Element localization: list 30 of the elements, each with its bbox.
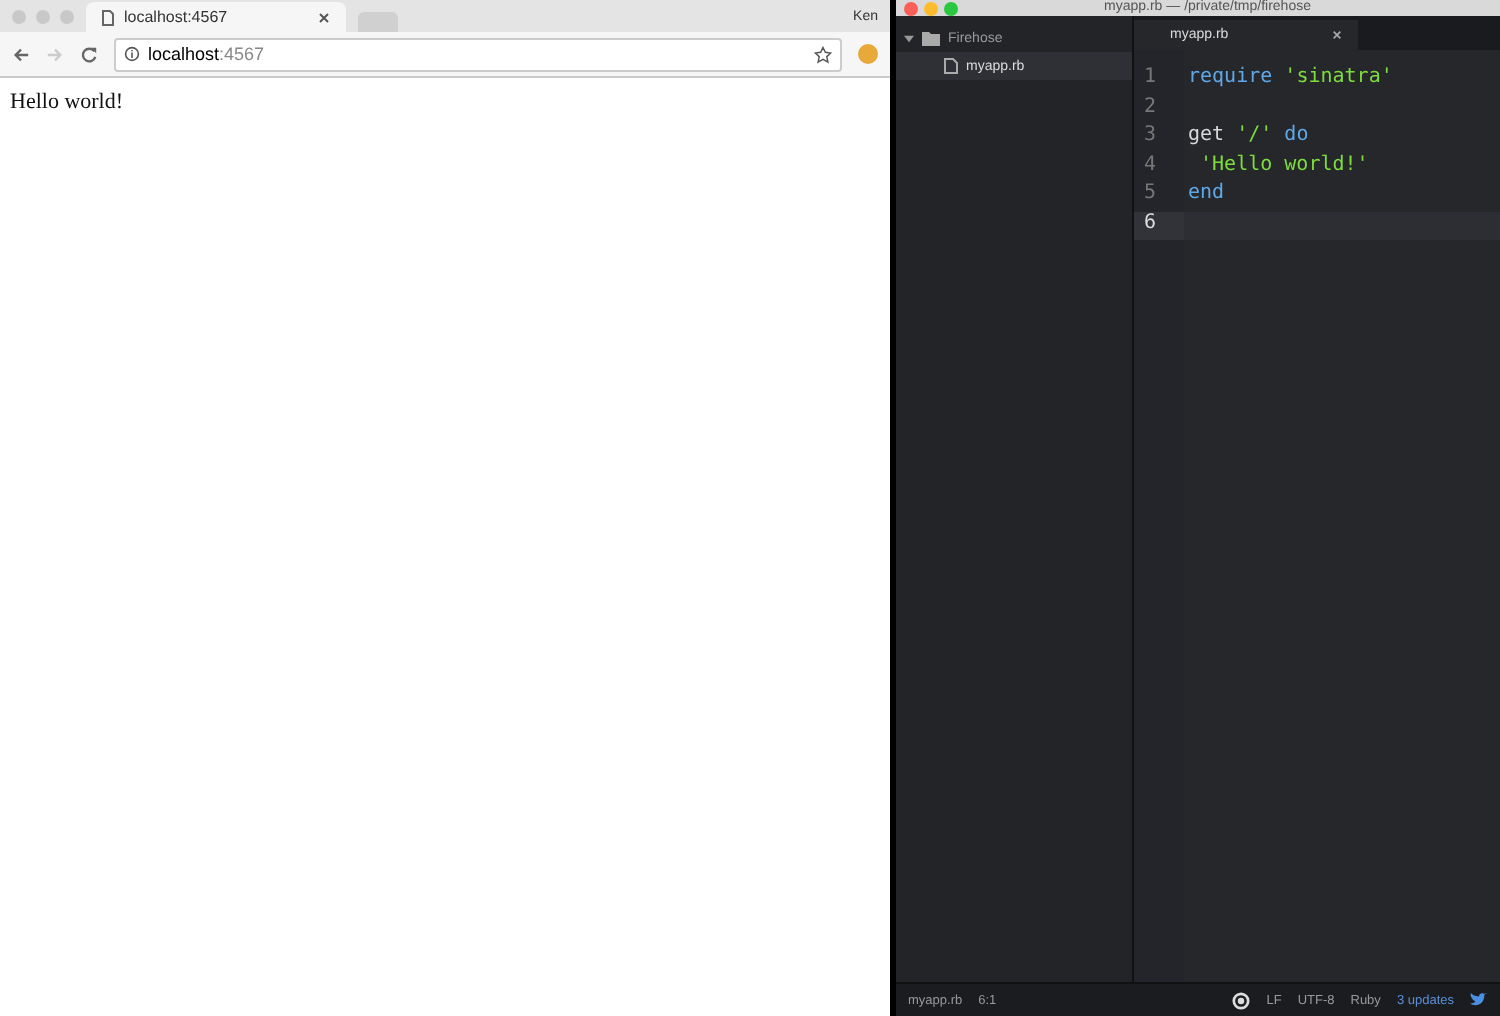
code-line: get '/' do — [1186, 124, 1311, 150]
info-icon — [124, 46, 140, 62]
minimize-window-icon[interactable] — [924, 1, 938, 15]
close-window-icon[interactable] — [904, 1, 918, 15]
page-icon — [102, 9, 114, 25]
forward-icon[interactable] — [46, 45, 64, 63]
bird-icon[interactable] — [1470, 992, 1488, 1008]
close-icon[interactable] — [1332, 30, 1342, 40]
address-bar[interactable]: localhost:4567 — [114, 37, 842, 71]
star-icon[interactable] — [814, 45, 832, 63]
reload-icon[interactable] — [80, 45, 98, 63]
back-icon[interactable] — [12, 45, 30, 63]
circle-icon[interactable] — [1232, 991, 1251, 1009]
line-number: 2 — [1142, 95, 1159, 121]
line-number: 5 — [1142, 182, 1159, 208]
folder-icon — [922, 31, 940, 45]
zoom-window-icon[interactable] — [944, 1, 958, 15]
line-number: 1 — [1142, 66, 1159, 92]
code-line: 'Hello world!' — [1198, 153, 1371, 179]
line-number: 6 — [1134, 211, 1184, 240]
file-icon — [944, 58, 958, 74]
extension-icon[interactable] — [858, 44, 878, 64]
browser-tab[interactable]: localhost:4567 — [86, 2, 346, 32]
close-icon[interactable] — [318, 11, 330, 23]
line-number: 3 — [1142, 124, 1159, 150]
line-number: 4 — [1142, 153, 1159, 179]
code-line: require 'sinatra' — [1186, 66, 1395, 92]
disclosure-icon[interactable] — [904, 33, 914, 43]
page-text: Hello world! — [10, 90, 124, 114]
code-line: end — [1186, 182, 1227, 208]
